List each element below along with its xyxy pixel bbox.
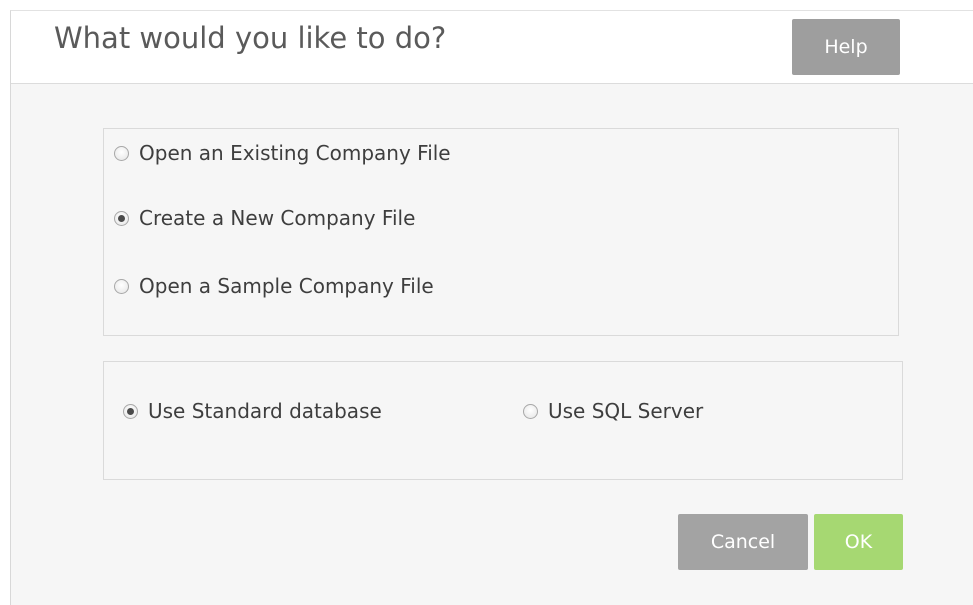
option-create-new-label: Create a New Company File xyxy=(139,206,416,230)
option-open-sample-label: Open a Sample Company File xyxy=(139,274,434,298)
file-options-group: Open an Existing Company File Create a N… xyxy=(103,128,899,336)
option-open-sample[interactable]: Open a Sample Company File xyxy=(114,274,434,298)
cancel-button[interactable]: Cancel xyxy=(678,514,808,570)
company-file-dialog: What would you like to do? Help Open an … xyxy=(10,10,973,605)
radio-standard-database[interactable] xyxy=(123,403,138,419)
option-standard-database[interactable]: Use Standard database xyxy=(123,399,382,423)
option-open-existing[interactable]: Open an Existing Company File xyxy=(114,141,451,165)
radio-sql-server[interactable] xyxy=(523,403,538,419)
option-create-new[interactable]: Create a New Company File xyxy=(114,206,415,230)
database-options-group: Use Standard database Use SQL Server xyxy=(103,361,903,480)
option-open-existing-label: Open an Existing Company File xyxy=(139,141,451,165)
dialog-title: What would you like to do? xyxy=(54,21,447,55)
option-sql-server[interactable]: Use SQL Server xyxy=(523,399,703,423)
radio-open-sample[interactable] xyxy=(114,278,129,294)
dialog-header: What would you like to do? Help xyxy=(11,11,973,84)
option-standard-database-label: Use Standard database xyxy=(148,399,382,423)
radio-create-new[interactable] xyxy=(114,210,129,226)
option-sql-server-label: Use SQL Server xyxy=(548,399,704,423)
radio-open-existing[interactable] xyxy=(114,145,129,161)
ok-button[interactable]: OK xyxy=(814,514,903,570)
help-button[interactable]: Help xyxy=(792,19,900,75)
